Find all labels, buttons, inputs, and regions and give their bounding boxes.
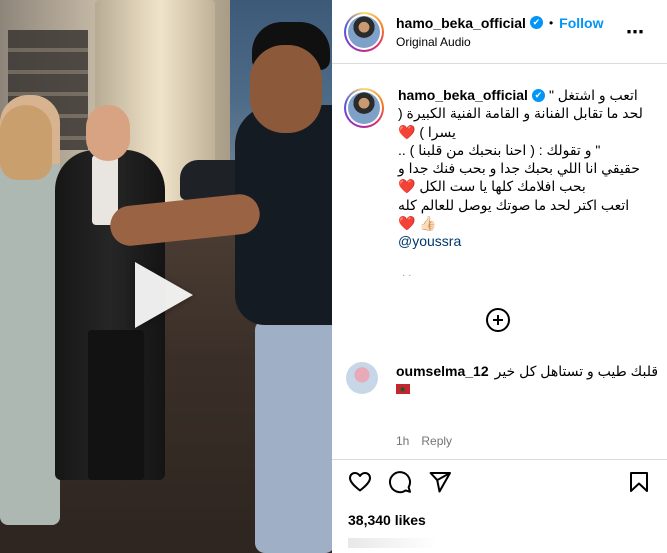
caption-line: حقيقي انا اللي بحبك جدا و بحب فنك جدا و <box>398 160 640 177</box>
verified-icon: ✔ <box>529 16 543 29</box>
caption-line: ❤️ 👍🏻 <box>398 215 437 232</box>
avatar[interactable] <box>344 11 384 52</box>
man-head <box>250 45 322 133</box>
more-horizontal-icon[interactable]: ⋯ <box>626 22 645 43</box>
likes-count[interactable]: 38,340 likes <box>348 512 426 528</box>
play-icon[interactable] <box>135 262 193 328</box>
caption-fade-dots: · · <box>402 270 412 281</box>
username-link[interactable]: hamo_beka_official <box>396 15 526 31</box>
separator-dot: • <box>548 15 554 30</box>
woman-hair <box>0 105 52 180</box>
video-player[interactable] <box>0 0 332 553</box>
mention-link[interactable]: @youssra <box>398 232 658 250</box>
caption-line: " و تقولك : ( احنا بنحبك من قلبنا ) .. <box>398 141 601 158</box>
caption-line: اتعب و اشتغل " <box>548 87 638 103</box>
caption-text: hamo_beka_official ✔ اتعب و اشتغل " لحد … <box>398 86 658 251</box>
man-in-suit-legs <box>88 330 144 480</box>
caption-line: بحب افلامك كلها يا ست الكل ❤️ <box>398 178 586 195</box>
caption-line: اتعب اكتر لحد ما صوتك يوصل للعالم كله <box>398 196 630 213</box>
actions-bar: 38,340 likes <box>332 459 667 553</box>
post-sidebar: hamo_beka_official ✔ • Follow Original A… <box>332 0 667 553</box>
load-more-icon[interactable] <box>486 308 510 332</box>
post-header: hamo_beka_official ✔ • Follow Original A… <box>332 0 667 64</box>
comment-avatar[interactable] <box>346 362 378 394</box>
caption-username[interactable]: hamo_beka_official <box>398 86 528 104</box>
caption: hamo_beka_official ✔ اتعب و اشتغل " لحد … <box>344 86 660 251</box>
caption-line: يسرا ) ❤️ <box>398 123 456 140</box>
comment-time: 1h <box>396 434 410 448</box>
bookmark-icon[interactable] <box>627 470 651 494</box>
man-in-suit-head <box>86 105 130 161</box>
follow-button[interactable]: Follow <box>559 15 603 31</box>
caption-avatar-image <box>348 92 380 124</box>
man-jeans <box>255 320 332 553</box>
comment-icon[interactable] <box>388 470 412 494</box>
comment-meta: 1h Reply <box>396 432 658 450</box>
share-icon[interactable] <box>428 470 452 494</box>
morocco-flag-icon <box>396 381 410 399</box>
audio-label[interactable]: Original Audio <box>396 35 603 49</box>
comment: oumselma_12 قلبك طيب و تستاهل كل خير 1h … <box>344 362 660 450</box>
caption-line: لحد ما تقابل الفنانة و القامة الفنية الك… <box>398 105 643 122</box>
comment-username[interactable]: oumselma_12 <box>396 362 489 380</box>
reply-button[interactable]: Reply <box>421 432 452 450</box>
comment-body: oumselma_12 قلبك طيب و تستاهل كل خير 1h … <box>396 362 658 450</box>
header-text: hamo_beka_official ✔ • Follow Original A… <box>396 15 603 49</box>
avatar-image <box>348 15 380 48</box>
comment-text: قلبك طيب و تستاهل كل خير <box>494 363 659 379</box>
heart-icon[interactable] <box>348 470 372 494</box>
timestamp-fade <box>348 538 438 548</box>
action-icons <box>348 470 452 494</box>
caption-verified-icon: ✔ <box>531 88 545 102</box>
caption-avatar[interactable] <box>344 88 384 128</box>
